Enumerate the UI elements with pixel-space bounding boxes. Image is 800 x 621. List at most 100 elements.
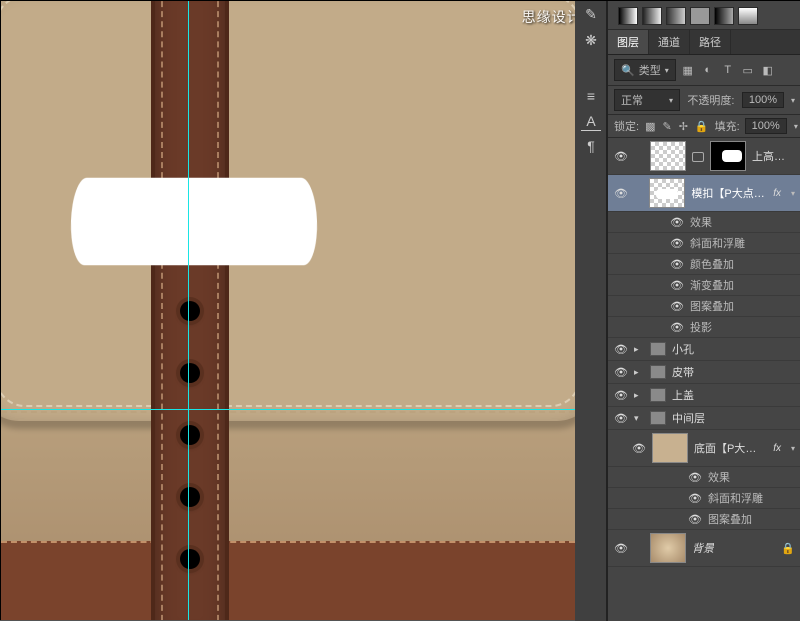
expand-icon[interactable]: ▸ xyxy=(634,390,644,401)
visibility-icon[interactable]: 👁 xyxy=(614,343,628,356)
layer-top-highlight[interactable]: 👁 上高… xyxy=(608,138,800,175)
layer-background[interactable]: 👁 背景 🔒 xyxy=(608,530,800,567)
layer-name[interactable]: 皮带 xyxy=(672,364,694,380)
fx-header[interactable]: 👁效果 xyxy=(608,467,800,488)
chevron-down-icon[interactable]: ▾ xyxy=(794,122,798,131)
brush-panel-icon[interactable]: ❋ xyxy=(575,27,607,53)
visibility-icon[interactable]: 👁 xyxy=(670,237,684,250)
lock-label: 锁定: xyxy=(614,118,639,134)
fx-item[interactable]: 👁渐变叠加 xyxy=(608,275,800,296)
visibility-icon[interactable]: 👁 xyxy=(688,471,702,484)
lock-brush-icon[interactable]: ✎ xyxy=(661,119,672,133)
lock-icon[interactable]: 🔒 xyxy=(781,542,795,555)
visibility-icon[interactable]: 👁 xyxy=(688,492,702,505)
fx-item[interactable]: 👁颜色叠加 xyxy=(608,254,800,275)
visibility-icon[interactable]: 👁 xyxy=(670,279,684,292)
expand-icon[interactable]: ▸ xyxy=(634,367,644,378)
layer-bottom-face[interactable]: 👁 底面【P大点S】 fx ▾ xyxy=(608,430,800,467)
filter-adjust-icon[interactable]: ◐ xyxy=(700,63,716,77)
paragraph-icon[interactable]: ¶ xyxy=(575,133,607,159)
swatch[interactable] xyxy=(738,7,758,25)
guide-vertical[interactable] xyxy=(188,1,189,620)
lock-all-icon[interactable]: 🔒 xyxy=(694,119,710,133)
opacity-value[interactable]: 100% xyxy=(742,92,784,108)
layer-name[interactable]: 上高… xyxy=(752,148,785,164)
fx-item[interactable]: 👁 投影 xyxy=(608,317,800,338)
chevron-down-icon[interactable]: ▾ xyxy=(791,444,795,453)
layer-group-middle[interactable]: 👁 ▾ 中间层 xyxy=(608,407,800,430)
stitch-line xyxy=(1,411,575,413)
visibility-icon[interactable]: 👁 xyxy=(614,542,628,555)
layer-group-top[interactable]: 👁 ▸ 上盖 xyxy=(608,384,800,407)
visibility-icon[interactable]: 👁 xyxy=(614,389,628,402)
lock-move-icon[interactable]: ✢ xyxy=(678,119,689,133)
layer-name[interactable]: 底面【P大点S】 xyxy=(694,440,767,456)
layer-name[interactable]: 模扣【P大点S】 xyxy=(691,185,767,201)
chevron-down-icon[interactable]: ▾ xyxy=(791,96,795,105)
layer-thumb[interactable] xyxy=(649,178,685,208)
chevron-down-icon[interactable]: ▾ xyxy=(791,189,795,198)
fx-item[interactable]: 👁 图案叠加 xyxy=(608,509,800,530)
fx-badge[interactable]: fx xyxy=(773,443,783,454)
lock-row: 锁定: ▩ ✎ ✢ 🔒 填充: 100% ▾ xyxy=(608,115,800,138)
filter-smart-icon[interactable]: ◧ xyxy=(760,63,776,77)
swatch[interactable] xyxy=(714,7,734,25)
layer-group-holes[interactable]: 👁 ▸ 小孔 xyxy=(608,338,800,361)
brush-icon[interactable]: ✎ xyxy=(575,1,607,27)
guide-horizontal[interactable] xyxy=(1,409,575,410)
tab-channels[interactable]: 通道 xyxy=(649,30,690,54)
layer-name[interactable]: 背景 xyxy=(692,540,714,556)
blend-mode-dropdown[interactable]: 正常 ▾ xyxy=(614,89,680,111)
fx-name: 投影 xyxy=(690,319,712,335)
fx-item[interactable]: 👁图案叠加 xyxy=(608,296,800,317)
visibility-icon[interactable]: 👁 xyxy=(614,187,628,200)
visibility-icon[interactable]: 👁 xyxy=(688,513,702,526)
document-canvas[interactable] xyxy=(1,1,575,620)
buckle-shape[interactable] xyxy=(70,178,319,266)
layer-thumb[interactable] xyxy=(650,533,686,563)
link-icon xyxy=(692,152,704,162)
visibility-icon[interactable]: 👁 xyxy=(670,258,684,271)
layer-group-belt[interactable]: 👁 ▸ 皮带 xyxy=(608,361,800,384)
fx-name: 斜面和浮雕 xyxy=(708,490,763,506)
filter-type-dropdown[interactable]: 🔍 类型 ▾ xyxy=(614,59,676,81)
tab-paths[interactable]: 路径 xyxy=(690,30,731,54)
fx-header[interactable]: 👁 效果 xyxy=(608,212,800,233)
tab-layers[interactable]: 图层 xyxy=(608,30,649,54)
visibility-icon[interactable]: 👁 xyxy=(614,150,628,163)
align-icon[interactable]: ≡ xyxy=(575,83,607,109)
visibility-icon[interactable]: 👁 xyxy=(670,321,684,334)
fx-label: 效果 xyxy=(690,214,712,230)
fill-value[interactable]: 100% xyxy=(745,118,787,134)
fx-item[interactable]: 👁 斜面和浮雕 xyxy=(608,488,800,509)
filter-type-icon[interactable]: T xyxy=(720,63,736,77)
filter-pixel-icon[interactable]: ▦ xyxy=(680,63,696,77)
layer-name[interactable]: 小孔 xyxy=(672,341,694,357)
layers-list[interactable]: 👁 上高… 👁 模扣【P大点S】 fx ▾ 👁 效果 👁 斜面和浮雕 👁颜色叠加 👁… xyxy=(608,138,800,621)
fx-item[interactable]: 👁斜面和浮雕 xyxy=(608,233,800,254)
layer-thumb[interactable] xyxy=(652,433,688,463)
swatch[interactable] xyxy=(690,7,710,25)
expand-icon[interactable]: ▸ xyxy=(634,344,644,355)
expand-icon[interactable]: ▾ xyxy=(634,413,644,424)
layer-mask-thumb[interactable] xyxy=(710,141,746,171)
visibility-icon[interactable]: 👁 xyxy=(614,412,628,425)
layer-name[interactable]: 中间层 xyxy=(672,410,705,426)
layer-name[interactable]: 上盖 xyxy=(672,387,694,403)
fx-name: 图案叠加 xyxy=(708,511,752,527)
swatch[interactable] xyxy=(618,7,638,25)
visibility-icon[interactable]: 👁 xyxy=(632,442,646,455)
bag-lower-leather xyxy=(1,541,575,620)
swatch[interactable] xyxy=(642,7,662,25)
swatch[interactable] xyxy=(666,7,686,25)
layer-thumb[interactable] xyxy=(650,141,686,171)
layer-buckle[interactable]: 👁 模扣【P大点S】 fx ▾ xyxy=(608,175,800,212)
fx-badge[interactable]: fx xyxy=(773,188,783,199)
visibility-icon[interactable]: 👁 xyxy=(614,366,628,379)
filter-shape-icon[interactable]: ▭ xyxy=(740,63,756,77)
lock-pixels-icon[interactable]: ▩ xyxy=(644,119,656,133)
visibility-icon[interactable]: 👁 xyxy=(670,216,684,229)
visibility-icon[interactable]: 👁 xyxy=(670,300,684,313)
type-a-icon[interactable]: A xyxy=(581,111,601,131)
folder-icon xyxy=(650,365,666,379)
